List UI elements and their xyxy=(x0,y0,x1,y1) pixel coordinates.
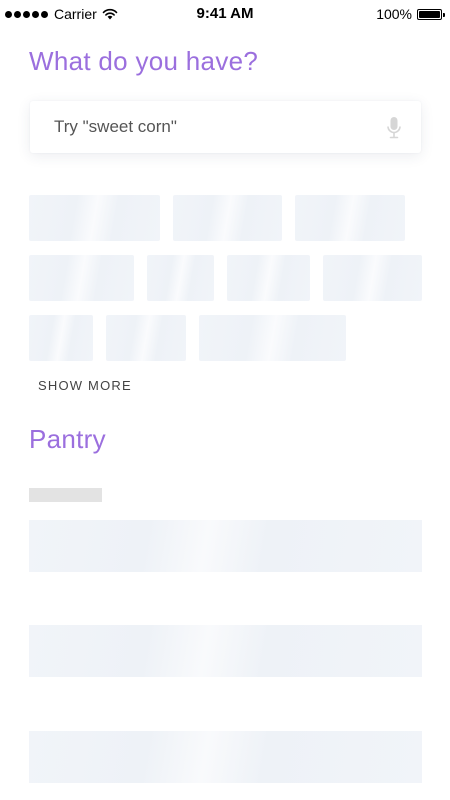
ingredient-chip-placeholder xyxy=(147,255,214,301)
ingredient-chip-placeholder xyxy=(199,315,346,361)
battery-percentage: 100% xyxy=(376,6,412,22)
pantry-item-placeholder xyxy=(29,731,422,783)
page-title: What do you have? xyxy=(29,46,259,76)
pantry-item-placeholder xyxy=(29,625,422,677)
pantry-item-placeholder xyxy=(29,520,422,572)
ingredient-chip-placeholder xyxy=(29,315,93,361)
ingredient-chip-placeholder xyxy=(323,255,422,301)
ingredient-chip-placeholder xyxy=(106,315,186,361)
ingredient-chip-placeholder xyxy=(295,195,405,241)
status-bar: Carrier 9:41 AM 100% xyxy=(0,0,450,28)
ingredient-chip-placeholder xyxy=(173,195,282,241)
pantry-label-placeholder xyxy=(29,488,102,502)
microphone-icon[interactable] xyxy=(386,116,402,140)
search-input[interactable] xyxy=(54,115,374,139)
ingredient-chip-placeholder xyxy=(29,255,134,301)
screen: Carrier 9:41 AM 100% What do you have? T… xyxy=(0,0,450,800)
search-box[interactable] xyxy=(30,101,421,153)
ingredient-chip-placeholder xyxy=(29,195,160,241)
show-more-button[interactable]: SHOW MORE xyxy=(38,378,132,393)
status-right: 100% xyxy=(376,6,445,22)
battery-icon xyxy=(417,8,445,20)
ingredient-chip-placeholder xyxy=(227,255,310,301)
pantry-title: Pantry xyxy=(29,424,106,454)
